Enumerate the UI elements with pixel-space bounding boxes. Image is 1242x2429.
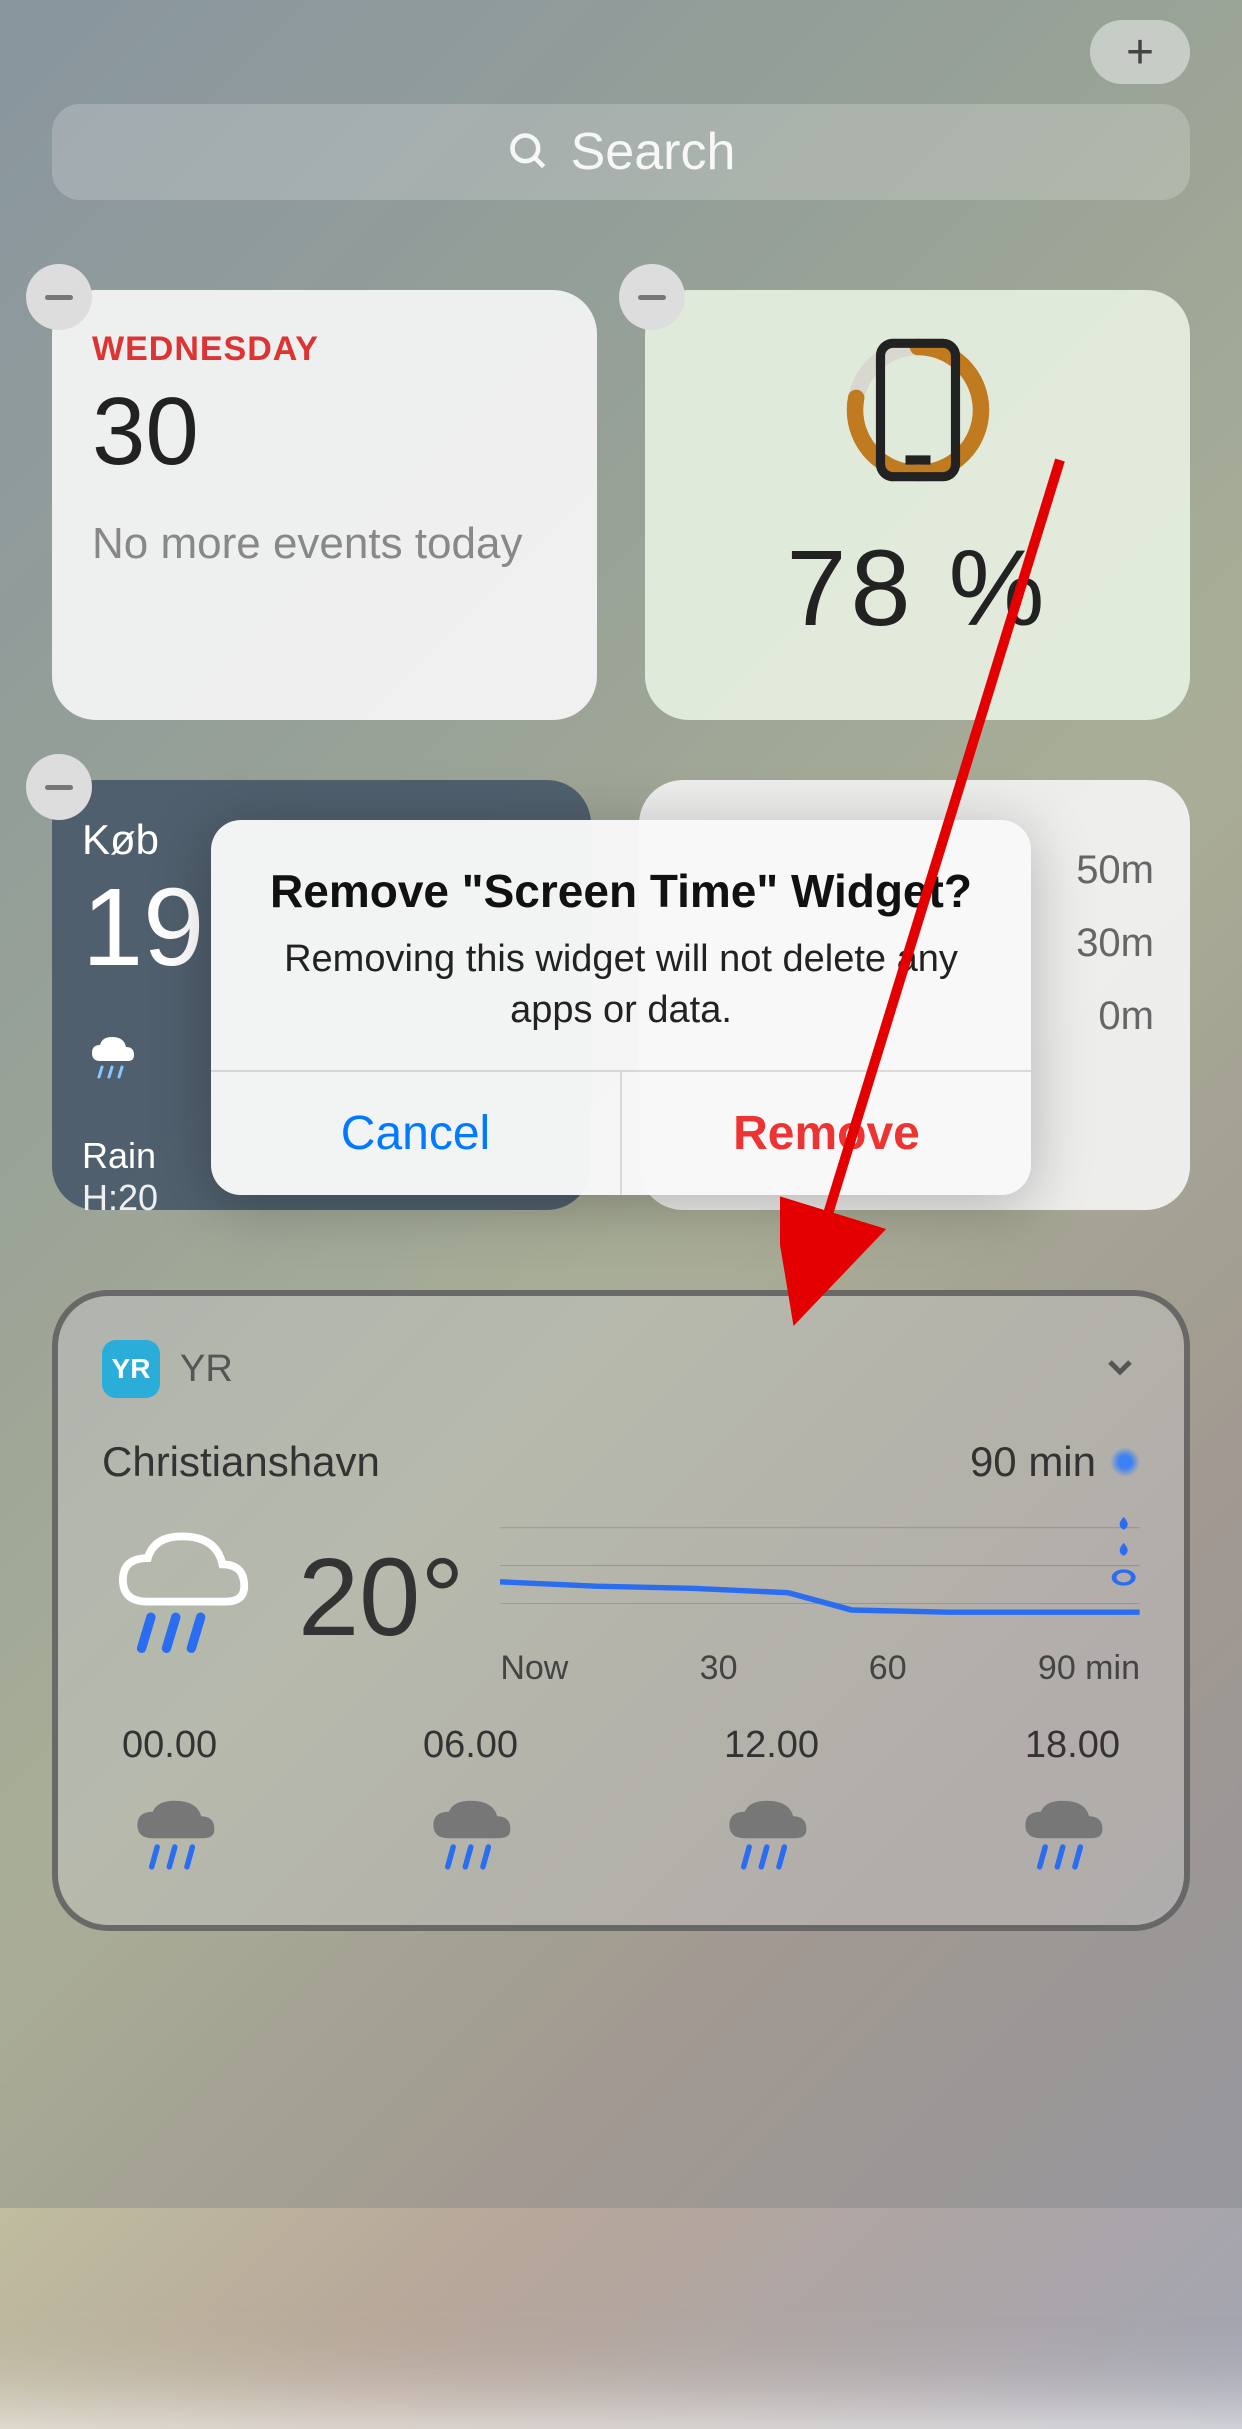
calendar-day-number: 30 (92, 377, 557, 487)
chevron-down-icon[interactable] (1100, 1347, 1140, 1392)
yr-radar-indicator: 90 min (970, 1438, 1140, 1486)
cloud-rain-icon (418, 1791, 528, 1881)
yr-precipitation-chart: Now 30 60 90 min (500, 1506, 1140, 1688)
cloud-rain-icon (1010, 1791, 1120, 1881)
remove-widget-dialog: Remove "Screen Time" Widget? Removing th… (211, 820, 1031, 1195)
yr-app-icon: YR (102, 1340, 160, 1398)
cloud-rain-icon (122, 1791, 232, 1881)
calendar-widget[interactable]: WEDNESDAY 30 No more events today (52, 290, 597, 720)
search-icon (507, 130, 551, 174)
yr-temperature: 20° (298, 1534, 464, 1661)
calendar-events-text: No more events today (92, 515, 557, 572)
cloud-rain-icon (82, 1031, 142, 1085)
calendar-day-name: WEDNESDAY (92, 330, 557, 369)
phone-icon (843, 335, 993, 485)
remove-widget-badge[interactable] (26, 264, 92, 330)
yr-hourly-icons (102, 1791, 1140, 1881)
cancel-button[interactable]: Cancel (211, 1072, 622, 1195)
remove-button[interactable]: Remove (622, 1072, 1031, 1195)
yr-hourly-times: 00.00 06.00 12.00 18.00 (102, 1724, 1140, 1767)
yr-location: Christianshavn (102, 1438, 380, 1486)
search-bar[interactable]: Search (52, 104, 1190, 200)
yr-weather-widget[interactable]: YR YR Christianshavn 90 min 20° (52, 1290, 1190, 1931)
cloud-rain-icon (102, 1527, 262, 1667)
search-placeholder: Search (571, 122, 736, 182)
plus-icon: + (1126, 25, 1154, 80)
remove-widget-badge[interactable] (26, 754, 92, 820)
usage-ring (843, 335, 993, 485)
dialog-message: Removing this widget will not delete any… (247, 934, 995, 1037)
add-widget-button[interactable]: + (1090, 20, 1190, 84)
remove-widget-badge[interactable] (619, 264, 685, 330)
yr-app-name: YR (180, 1348, 233, 1391)
dialog-title: Remove "Screen Time" Widget? (247, 862, 995, 922)
cloud-rain-icon (714, 1791, 824, 1881)
screen-time-widget[interactable]: 78 % (645, 290, 1190, 720)
screen-time-percent: 78 % (685, 525, 1150, 650)
